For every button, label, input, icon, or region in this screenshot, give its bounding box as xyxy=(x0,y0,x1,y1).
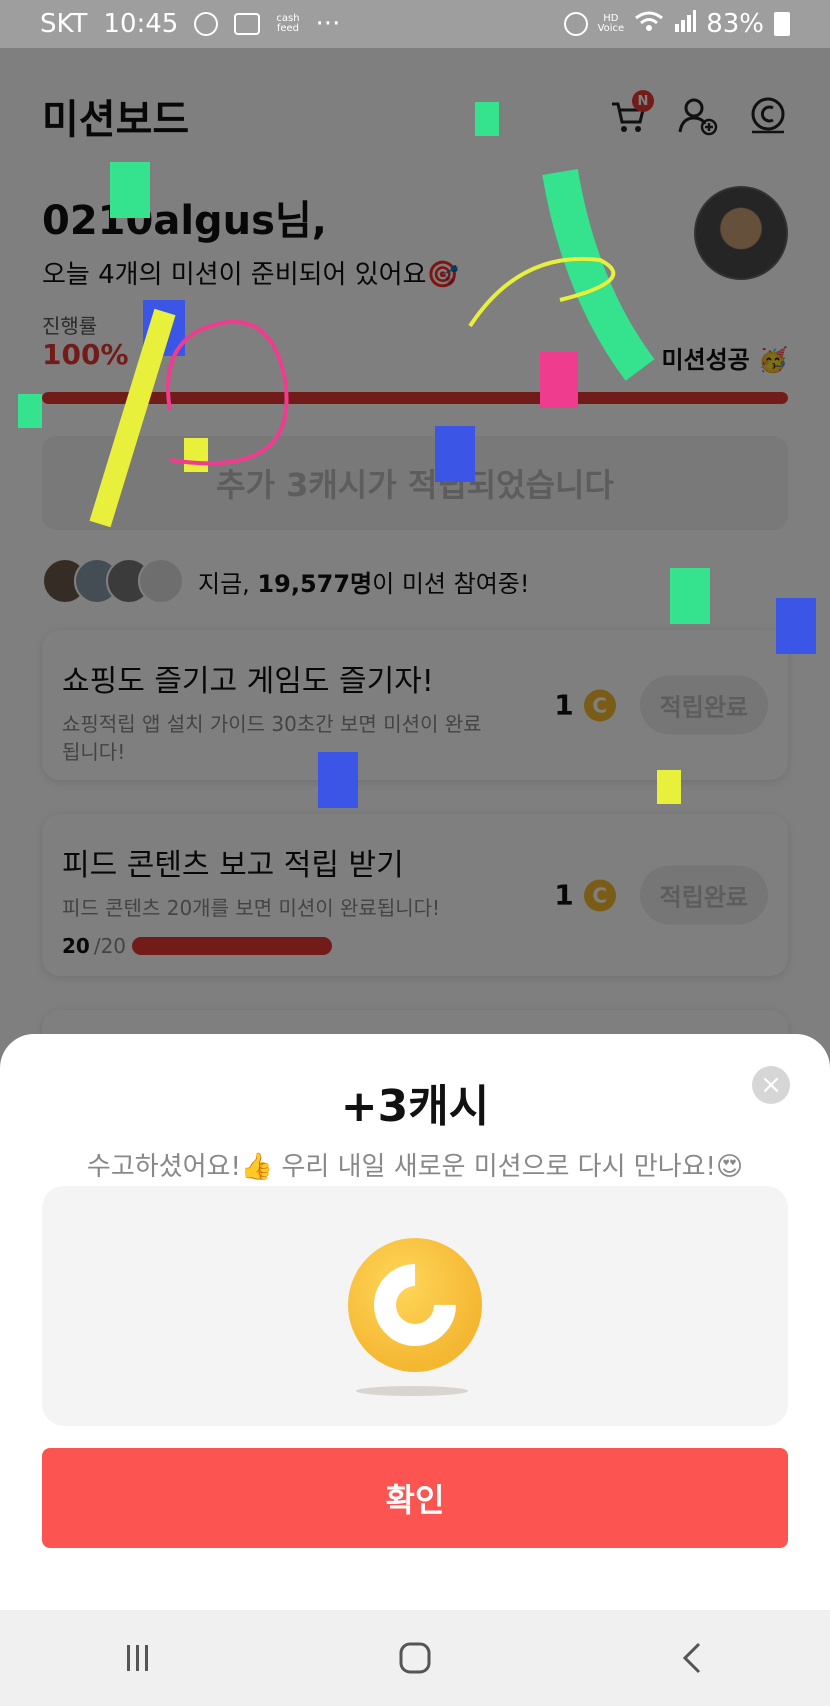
confetti-ribbon xyxy=(542,168,655,381)
confetti-piece xyxy=(435,426,475,482)
sheet-subtitle: 수고하셨어요!👍 우리 내일 새로운 미션으로 다시 만나요!😍 xyxy=(86,1152,744,1182)
confetti-piece xyxy=(475,102,499,136)
confetti-overlay xyxy=(18,102,816,808)
back-icon xyxy=(682,1642,700,1674)
confetti-piece xyxy=(670,568,710,624)
confirm-button[interactable]: 확인 xyxy=(42,1448,788,1548)
coin-icon xyxy=(348,1238,482,1372)
recent-apps-button[interactable] xyxy=(98,1628,178,1688)
confetti-ribbon xyxy=(89,308,176,528)
recent-apps-icon xyxy=(127,1645,149,1671)
confetti-piece xyxy=(776,598,816,654)
confetti-piece xyxy=(184,438,208,472)
home-icon xyxy=(399,1642,431,1674)
sheet-title: +3캐시 xyxy=(340,1081,490,1132)
close-icon: × xyxy=(760,1070,782,1100)
back-button[interactable] xyxy=(652,1628,732,1688)
coin-illustration-box xyxy=(42,1186,788,1426)
close-button[interactable]: × xyxy=(752,1066,790,1104)
coin-shadow xyxy=(356,1386,468,1396)
confetti-piece xyxy=(657,770,681,804)
system-nav-bar xyxy=(0,1610,830,1706)
home-button[interactable] xyxy=(375,1628,455,1688)
confetti-piece xyxy=(318,752,358,808)
confetti-piece xyxy=(540,352,578,408)
confetti-piece xyxy=(18,394,42,428)
confetti-piece xyxy=(110,162,150,218)
reward-bottom-sheet: +3캐시 × 수고하셨어요!👍 우리 내일 새로운 미션으로 다시 만나요!😍 … xyxy=(0,1034,830,1610)
